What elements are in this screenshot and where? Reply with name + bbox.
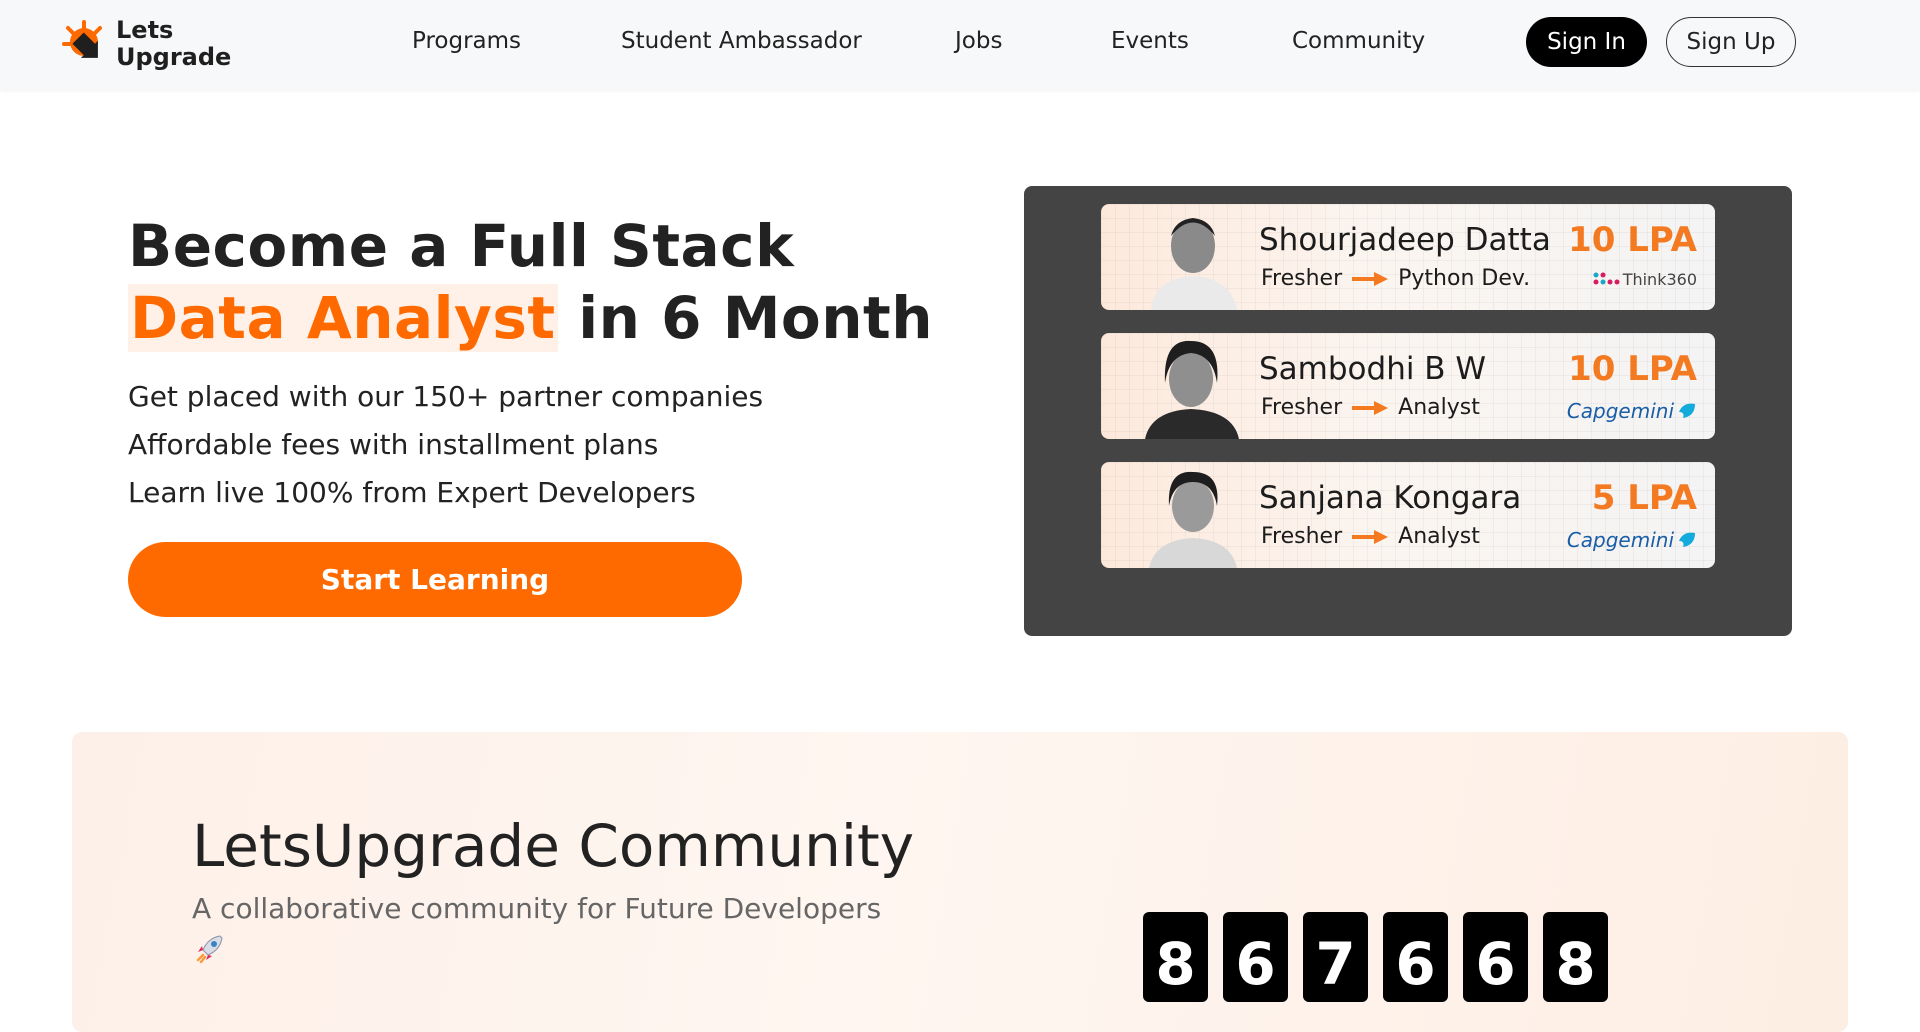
- student-photo: [1145, 340, 1239, 439]
- capgemini-spade-icon: [1679, 403, 1695, 418]
- placements-panel: Shourjadeep Datta Fresher Python Dev. 10…: [1024, 186, 1792, 636]
- nav-jobs[interactable]: Jobs: [955, 28, 1002, 54]
- nav-events[interactable]: Events: [1111, 28, 1189, 54]
- counter-digit: 6: [1223, 912, 1288, 1002]
- student-name: Sanjana Kongara: [1259, 480, 1522, 516]
- company-logo: Capgemini: [1567, 399, 1697, 423]
- arrow-right-icon: [1352, 271, 1389, 286]
- nav-student-ambassador[interactable]: Student Ambassador: [621, 28, 862, 54]
- rocket-icon: [196, 935, 223, 964]
- hero-benefits: Get placed with our 150+ partner compani…: [128, 373, 763, 517]
- student-photo: [1149, 471, 1237, 568]
- placement-card: Sambodhi B W Fresher Analyst 10 LPA Capg…: [1101, 333, 1715, 439]
- student-name: Shourjadeep Datta: [1259, 222, 1551, 258]
- sign-in-button[interactable]: Sign In: [1526, 17, 1647, 67]
- start-learning-button[interactable]: Start Learning: [128, 542, 742, 617]
- top-navbar: Lets Upgrade Programs Student Ambassador…: [0, 0, 1920, 90]
- logo-mark-icon: [62, 20, 102, 58]
- role-transition: Fresher Python Dev.: [1261, 266, 1531, 291]
- company-logo: Capgemini: [1567, 528, 1697, 552]
- benefit-fees: Affordable fees with installment plans: [128, 428, 659, 461]
- hero-title-line2: Data Analyst in 6 Month: [128, 282, 933, 354]
- nav-community[interactable]: Community: [1292, 28, 1425, 54]
- placement-card: Sanjana Kongara Fresher Analyst 5 LPA Ca…: [1101, 462, 1715, 568]
- letsupgrade-logo[interactable]: Lets Upgrade: [60, 16, 240, 72]
- benefit-live: Learn live 100% from Expert Developers: [128, 476, 696, 509]
- capgemini-spade-icon: [1679, 532, 1695, 547]
- member-counter: 8 6 7 6 6 8: [1143, 912, 1608, 1002]
- counter-digit: 7: [1303, 912, 1368, 1002]
- logo-text: Lets Upgrade: [116, 16, 232, 71]
- community-subtitle: A collaborative community for Future Dev…: [192, 892, 882, 925]
- community-title: LetsUpgrade Community: [192, 812, 915, 880]
- student-photo: [1151, 218, 1237, 310]
- student-name: Sambodhi B W: [1259, 351, 1487, 387]
- counter-digit: 8: [1543, 912, 1608, 1002]
- company-logo: Think360: [1592, 270, 1697, 289]
- package-value: 5 LPA: [1591, 478, 1697, 518]
- role-transition: Fresher Analyst: [1261, 524, 1480, 549]
- hero-title-line1: Become a Full Stack: [128, 212, 795, 280]
- hero-title-line2-rest: in 6 Month: [557, 284, 934, 352]
- benefit-placement: Get placed with our 150+ partner compani…: [128, 380, 764, 413]
- sign-up-button[interactable]: Sign Up: [1666, 17, 1796, 67]
- hero-title-highlight: Data Analyst: [128, 284, 558, 352]
- placement-card: Shourjadeep Datta Fresher Python Dev. 10…: [1101, 204, 1715, 310]
- counter-digit: 8: [1143, 912, 1208, 1002]
- package-value: 10 LPA: [1568, 220, 1697, 260]
- arrow-right-icon: [1352, 400, 1389, 415]
- counter-digit: 6: [1383, 912, 1448, 1002]
- hero-title: Become a Full Stack Data Analyst in 6 Mo…: [128, 210, 933, 354]
- role-transition: Fresher Analyst: [1261, 395, 1480, 420]
- think360-icon: [1593, 272, 1620, 284]
- counter-digit: 6: [1463, 912, 1528, 1002]
- arrow-right-icon: [1352, 529, 1389, 544]
- nav-programs[interactable]: Programs: [412, 28, 521, 54]
- package-value: 10 LPA: [1568, 349, 1697, 389]
